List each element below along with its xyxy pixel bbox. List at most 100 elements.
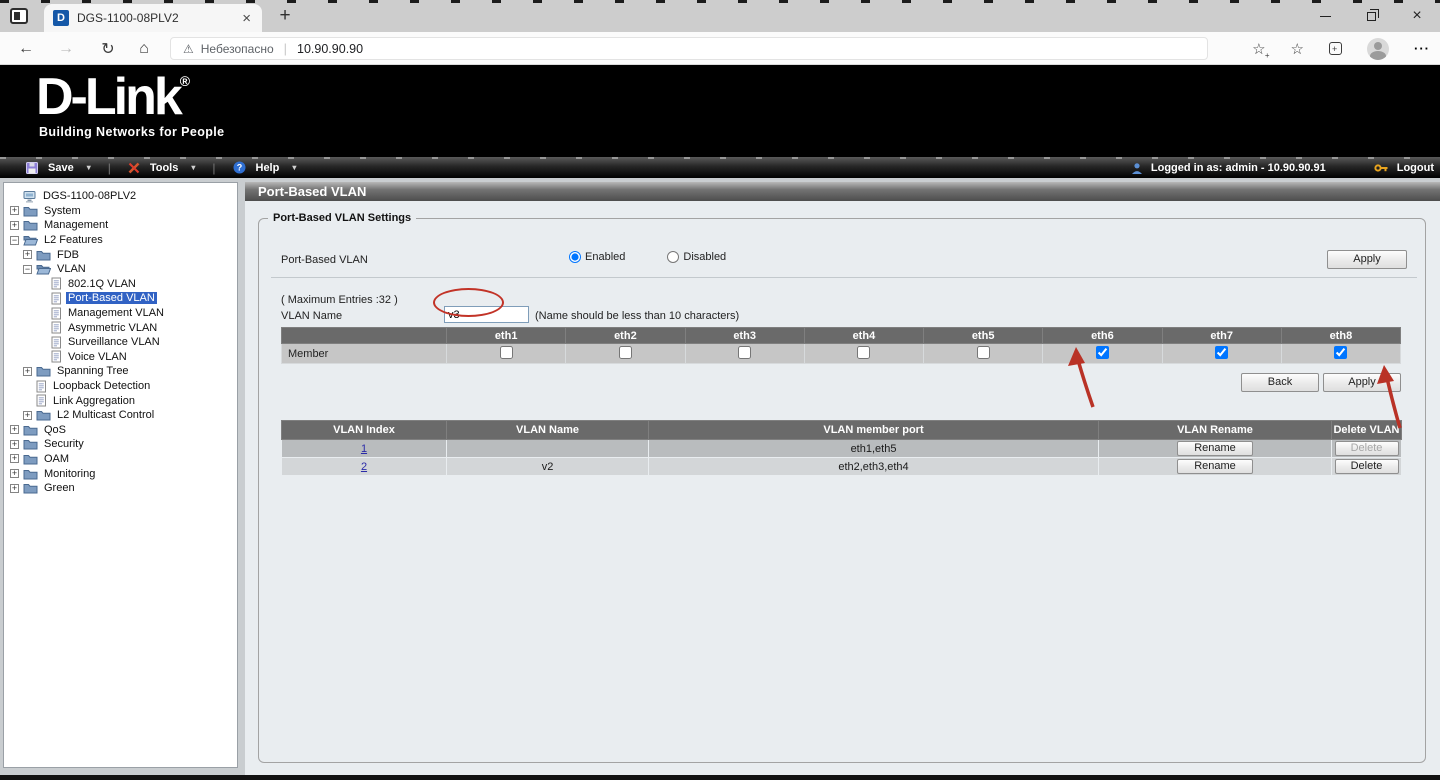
tree-expander-icon[interactable]: + — [23, 367, 32, 376]
folder-open-icon — [23, 234, 38, 246]
tree-item-voice-vlan[interactable]: Voice VLAN — [4, 350, 237, 365]
tree-item-label: System — [42, 205, 83, 217]
member-checkbox-eth5[interactable] — [977, 346, 990, 359]
tree-item-spanning-tree[interactable]: +Spanning Tree — [4, 364, 237, 379]
tree-item-802-1q-vlan[interactable]: 802.1Q VLAN — [4, 277, 237, 292]
state-label: Port-Based VLAN — [281, 254, 368, 266]
chevron-down-icon: ▾ — [87, 163, 91, 172]
tree-expander-icon[interactable]: + — [10, 454, 19, 463]
add-favorite-icon[interactable]: ☆+ — [1252, 40, 1265, 58]
member-checkbox-eth8[interactable] — [1334, 346, 1347, 359]
profile-avatar[interactable] — [1367, 38, 1389, 60]
tree-expander-icon[interactable]: + — [10, 425, 19, 434]
delete-button[interactable]: Delete — [1335, 459, 1399, 474]
tree-item-loopback-detection[interactable]: Loopback Detection — [4, 379, 237, 394]
rename-button[interactable]: Rename — [1177, 441, 1253, 456]
state-radio-group: Enabled Disabled — [569, 251, 726, 263]
tree-expander-icon[interactable]: + — [23, 411, 32, 420]
back-button[interactable]: Back — [1241, 373, 1319, 392]
tree-item-system[interactable]: + System — [4, 204, 237, 219]
tree-expander-icon[interactable]: − — [23, 265, 32, 274]
tree-item-asymmetric-vlan[interactable]: Asymmetric VLAN — [4, 320, 237, 335]
tree-item-link-aggregation[interactable]: Link Aggregation — [4, 393, 237, 408]
not-secure-label[interactable]: Небезопасно — [201, 42, 274, 56]
tree-expander-icon[interactable]: + — [23, 250, 32, 259]
save-menu[interactable]: Save ▾ — [26, 162, 91, 174]
tree-expander-icon[interactable]: + — [10, 206, 19, 215]
tree-expander-icon[interactable]: + — [10, 484, 19, 493]
folder-open-icon — [36, 263, 51, 275]
floppy-icon — [26, 162, 38, 174]
port-corner-cell — [282, 328, 447, 344]
enabled-radio[interactable] — [569, 251, 581, 263]
url-text[interactable]: 10.90.90.90 — [297, 42, 363, 56]
navigation-sidebar: DGS-1100-08PLV2 + System+Management−L2 Fea… — [3, 182, 238, 768]
member-checkbox-eth3[interactable] — [738, 346, 751, 359]
registered-mark: ® — [180, 73, 190, 89]
member-checkbox-eth1[interactable] — [500, 346, 513, 359]
vlan-name-input[interactable] — [444, 306, 529, 323]
tree-item-l2-multicast-control[interactable]: + L2 Multicast Control — [4, 408, 237, 423]
favorites-icon[interactable]: ☆ — [1291, 40, 1304, 58]
member-checkbox-eth4[interactable] — [857, 346, 870, 359]
tree-item-surveillance-vlan[interactable]: Surveillance VLAN — [4, 335, 237, 350]
tree-item-security[interactable]: +Security — [4, 437, 237, 452]
browser-tab[interactable]: D DGS-1100-08PLV2 × — [44, 4, 262, 32]
tree-item-dgs-1100-08plv2[interactable]: DGS-1100-08PLV2 — [4, 189, 237, 204]
member-checkbox-eth2[interactable] — [619, 346, 632, 359]
tree-item-monitoring[interactable]: +Monitoring — [4, 466, 237, 481]
vlan-index-link[interactable]: 2 — [361, 461, 367, 473]
tree-expander-icon — [38, 323, 47, 332]
tree-item-port-based-vlan[interactable]: Port-Based VLAN — [4, 291, 237, 306]
new-tab-button[interactable]: + — [272, 3, 298, 29]
tree-item-label: Port-Based VLAN — [66, 292, 157, 304]
tree-item-vlan[interactable]: −VLAN — [4, 262, 237, 277]
minimize-button[interactable] — [1302, 0, 1348, 32]
tree-item-green[interactable]: +Green — [4, 481, 237, 496]
tree-item-l2-features[interactable]: −L2 Features — [4, 233, 237, 248]
close-button[interactable]: × — [1394, 0, 1440, 32]
tree-expander-icon[interactable]: + — [10, 440, 19, 449]
menubar-separator: | — [212, 161, 215, 175]
delete-button[interactable]: Delete — [1335, 441, 1399, 456]
folder-icon — [23, 468, 38, 480]
home-icon[interactable]: ⌂ — [130, 32, 158, 65]
address-bar[interactable]: ⚠ Небезопасно | 10.90.90.90 — [170, 37, 1208, 60]
help-menu[interactable]: ? Help ▾ — [233, 161, 297, 174]
tree-item-management-vlan[interactable]: Management VLAN — [4, 306, 237, 321]
refresh-icon[interactable]: ↻ — [94, 32, 122, 65]
tree-item-fdb[interactable]: +FDB — [4, 247, 237, 262]
back-icon[interactable]: ← — [12, 32, 40, 65]
tools-menu[interactable]: Tools ▾ — [128, 162, 196, 174]
tree-expander-icon[interactable]: + — [10, 469, 19, 478]
tree-item-label: Asymmetric VLAN — [66, 322, 159, 334]
tree-item-label: L2 Multicast Control — [55, 409, 156, 421]
restore-button[interactable] — [1348, 0, 1394, 32]
tree-item-management[interactable]: +Management — [4, 218, 237, 233]
tree-expander-icon — [38, 309, 47, 318]
logout-button[interactable]: Logout — [1397, 162, 1434, 174]
tree-expander-icon[interactable]: + — [10, 221, 19, 230]
tab-actions-icon[interactable] — [10, 8, 28, 24]
vlan-member-port-header: VLAN member port — [649, 421, 1099, 440]
member-checkbox-eth7[interactable] — [1215, 346, 1228, 359]
tab-close-icon[interactable]: × — [240, 10, 253, 27]
vlan-index-link[interactable]: 1 — [361, 443, 367, 455]
tree-item-label: Link Aggregation — [51, 395, 137, 407]
apply-state-button[interactable]: Apply — [1327, 250, 1407, 269]
logged-in-text: Logged in as: admin - 10.90.90.91 — [1151, 162, 1326, 174]
tab-title: DGS-1100-08PLV2 — [77, 11, 240, 25]
tree-expander-icon — [38, 338, 47, 347]
rename-button[interactable]: Rename — [1177, 459, 1253, 474]
tree-item-qos[interactable]: +QoS — [4, 423, 237, 438]
tree-item-oam[interactable]: +OAM — [4, 452, 237, 467]
tree-expander-icon[interactable]: − — [10, 236, 19, 245]
forward-icon[interactable]: → — [52, 32, 80, 65]
collections-icon[interactable]: + — [1329, 42, 1342, 55]
member-checkbox-eth6[interactable] — [1096, 346, 1109, 359]
disabled-radio[interactable] — [667, 251, 679, 263]
folder-icon — [36, 249, 51, 261]
more-menu-icon[interactable]: ··· — [1414, 41, 1430, 56]
apply-members-button[interactable]: Apply — [1323, 373, 1401, 392]
chevron-down-icon: ▾ — [292, 163, 296, 172]
